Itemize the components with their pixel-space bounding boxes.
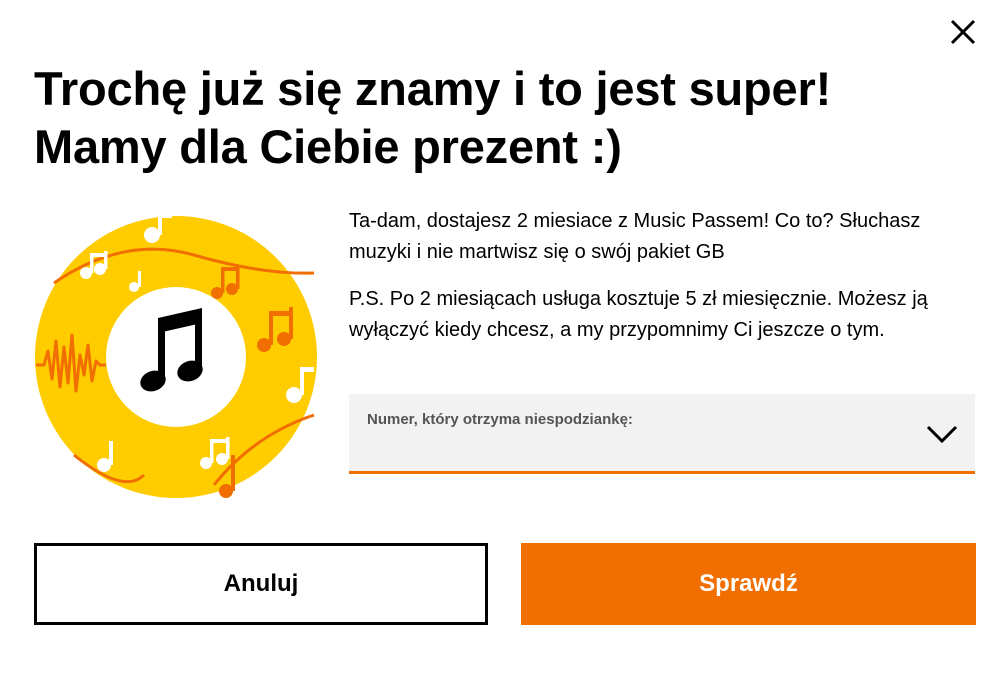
dialog-description: Ta-dam, dostajesz 2 miesiace z Music Pas… <box>349 206 979 346</box>
chevron-down-icon <box>926 425 958 444</box>
cancel-button[interactable]: Anuluj <box>34 543 488 625</box>
number-select-label: Numer, który otrzyma niespodziankę: <box>367 411 633 428</box>
check-button[interactable]: Sprawdź <box>521 543 976 625</box>
close-icon <box>950 19 976 45</box>
number-select-toggle[interactable] <box>925 424 959 449</box>
title-line-2: Mamy dla Ciebie prezent :) <box>34 120 622 173</box>
music-ring-graphic <box>35 213 317 498</box>
music-pass-illustration <box>34 213 318 499</box>
number-select[interactable]: Numer, który otrzyma niespodziankę: <box>349 394 975 474</box>
description-paragraph-2: P.S. Po 2 miesiącach usługa kosztuje 5 z… <box>349 288 928 341</box>
description-paragraph-1: Ta-dam, dostajesz 2 miesiace z Music Pas… <box>349 210 921 263</box>
title-line-1: Trochę już się znamy i to jest super! <box>34 62 832 115</box>
close-button[interactable] <box>946 15 980 49</box>
dialog-title: Trochę już się znamy i to jest super! Ma… <box>34 60 934 176</box>
